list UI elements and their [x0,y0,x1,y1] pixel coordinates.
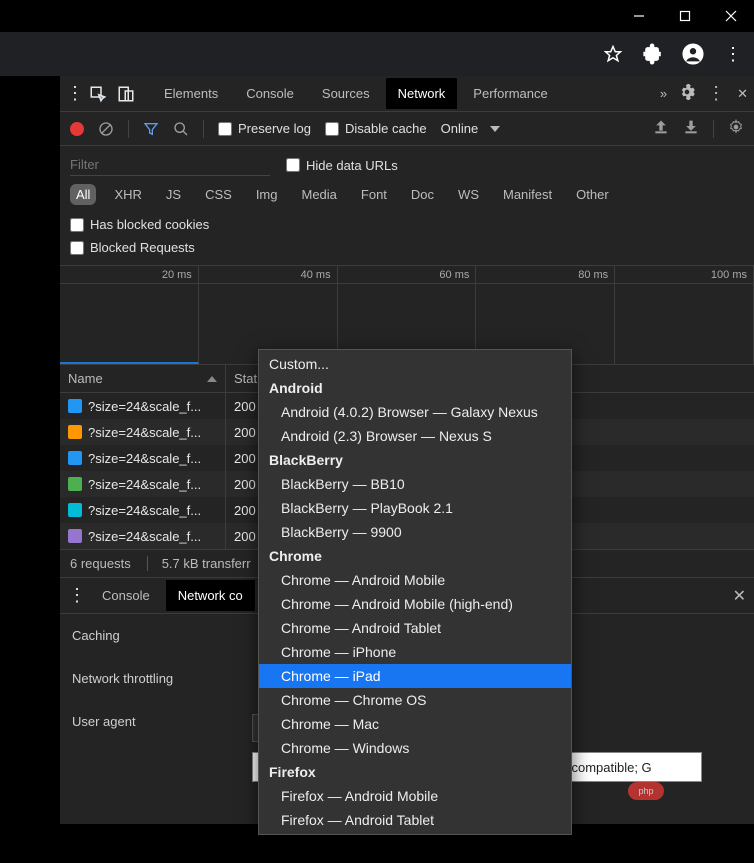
resource-type-filters: All XHR JS CSS Img Media Font Doc WS Manifest Othe… [70,184,744,232]
dropdown-group-header: Android [259,376,571,400]
favicon-icon [68,503,82,517]
record-button[interactable] [70,122,84,136]
filter-type-manifest[interactable]: Manifest [497,184,558,205]
dropdown-item-custom[interactable]: Custom... [259,352,571,376]
browser-toolbar: ⋮ [0,32,754,76]
summary-requests: 6 requests [70,556,131,571]
timeline-tick: 40 ms [199,266,338,283]
inspect-element-icon[interactable] [88,84,108,104]
filter-type-media[interactable]: Media [295,184,342,205]
preserve-log-checkbox[interactable]: Preserve log [218,121,311,136]
filter-type-other[interactable]: Other [570,184,615,205]
disable-cache-checkbox[interactable]: Disable cache [325,121,427,136]
favicon-icon [68,451,82,465]
filter-type-doc[interactable]: Doc [405,184,440,205]
download-har-icon[interactable] [683,119,699,138]
search-icon[interactable] [173,121,189,137]
favicon-icon [68,425,82,439]
dropdown-item[interactable]: BlackBerry — BB10 [259,472,571,496]
tab-console[interactable]: Console [234,78,306,109]
network-toolbar: Preserve log Disable cache Online [60,112,754,146]
more-tabs-icon[interactable]: » [660,86,667,101]
dropdown-item[interactable]: Android (2.3) Browser — Nexus S [259,424,571,448]
dropdown-item[interactable]: Chrome — Mac [259,712,571,736]
watermark-badge: php [628,782,664,800]
column-header-name[interactable]: Name [60,365,226,392]
bookmark-star-icon[interactable] [602,43,624,65]
drawer-close-icon[interactable]: ✕ [733,586,746,606]
has-blocked-cookies-checkbox[interactable]: Has blocked cookies [70,217,209,232]
browser-menu-icon[interactable]: ⋮ [722,43,744,65]
window-titlebar [0,0,754,32]
timeline-tick: 20 ms [60,266,199,283]
preserve-log-label: Preserve log [238,121,311,136]
tab-network[interactable]: Network [386,78,458,109]
extensions-icon[interactable] [642,43,664,65]
filter-type-all[interactable]: All [70,184,96,205]
filter-type-js[interactable]: JS [160,184,187,205]
upload-har-icon[interactable] [653,119,669,138]
dropdown-item[interactable]: Chrome — iPad [259,664,571,688]
dropdown-group-header: Chrome [259,544,571,568]
filter-type-font[interactable]: Font [355,184,393,205]
caching-label: Caching [72,628,252,643]
dropdown-item[interactable]: BlackBerry — 9900 [259,520,571,544]
devtools-dock-menu-icon[interactable]: ⋮ [66,83,84,104]
filter-type-xhr[interactable]: XHR [108,184,147,205]
disable-cache-label: Disable cache [345,121,427,136]
dropdown-item[interactable]: Firefox — Android Tablet [259,808,571,832]
settings-gear-icon[interactable] [679,84,695,103]
dropdown-group-header: Firefox [259,760,571,784]
dropdown-item[interactable]: Chrome — iPhone [259,640,571,664]
filter-type-css[interactable]: CSS [199,184,238,205]
clear-icon[interactable] [98,121,114,137]
dropdown-item[interactable]: Android (4.0.2) Browser — Galaxy Nexus [259,400,571,424]
user-agent-label: User agent [72,714,252,729]
filter-type-img[interactable]: Img [250,184,284,205]
dropdown-item[interactable]: Chrome — Android Mobile [259,568,571,592]
dropdown-item[interactable]: Chrome — Android Tablet [259,616,571,640]
filter-input[interactable] [70,154,270,176]
user-agent-dropdown[interactable]: Custom...AndroidAndroid (4.0.2) Browser … [258,349,572,835]
filter-type-ws[interactable]: WS [452,184,485,205]
throttling-select[interactable]: Online [441,121,501,136]
hide-data-urls-checkbox[interactable]: Hide data URLs [286,158,398,173]
filter-funnel-icon[interactable] [143,121,159,137]
sort-ascending-icon [207,376,217,382]
drawer-tab-console[interactable]: Console [90,580,162,611]
network-filter-bar: Hide data URLs All XHR JS CSS Img Media Font Do… [60,146,754,265]
blocked-requests-checkbox[interactable]: Blocked Requests [70,240,195,255]
devtools-tabbar: ⋮ Elements Console Sources Network Perfo… [60,76,754,112]
device-toggle-icon[interactable] [116,84,136,104]
dropdown-item[interactable]: Chrome — Android Mobile (high-end) [259,592,571,616]
favicon-icon [68,399,82,413]
close-button[interactable] [708,0,754,32]
dropdown-item[interactable]: BlackBerry — PlayBook 2.1 [259,496,571,520]
network-throttling-label: Network throttling [72,671,252,686]
tab-elements[interactable]: Elements [152,78,230,109]
maximize-button[interactable] [662,0,708,32]
favicon-icon [68,477,82,491]
drawer-menu-icon[interactable]: ⋮ [68,585,86,606]
dropdown-item[interactable]: Chrome — Windows [259,736,571,760]
dropdown-group-header: BlackBerry [259,448,571,472]
network-settings-gear-icon[interactable] [728,119,744,138]
timeline-tick: 60 ms [338,266,477,283]
drawer-tab-network-conditions[interactable]: Network co [166,580,255,611]
devtools-close-icon[interactable]: ✕ [737,86,748,102]
timeline-tick: 100 ms [615,266,754,283]
devtools-more-icon[interactable]: ⋮ [707,83,725,104]
tab-sources[interactable]: Sources [310,78,382,109]
dropdown-item[interactable]: Firefox — Android Mobile [259,784,571,808]
timeline-tick: 80 ms [476,266,615,283]
profile-avatar-icon[interactable] [682,43,704,65]
dropdown-item[interactable]: Chrome — Chrome OS [259,688,571,712]
minimize-button[interactable] [616,0,662,32]
favicon-icon [68,529,82,543]
inspect-toggle-group [88,84,136,104]
tab-performance[interactable]: Performance [461,78,559,109]
summary-transfer: 5.7 kB transferr [147,556,251,571]
